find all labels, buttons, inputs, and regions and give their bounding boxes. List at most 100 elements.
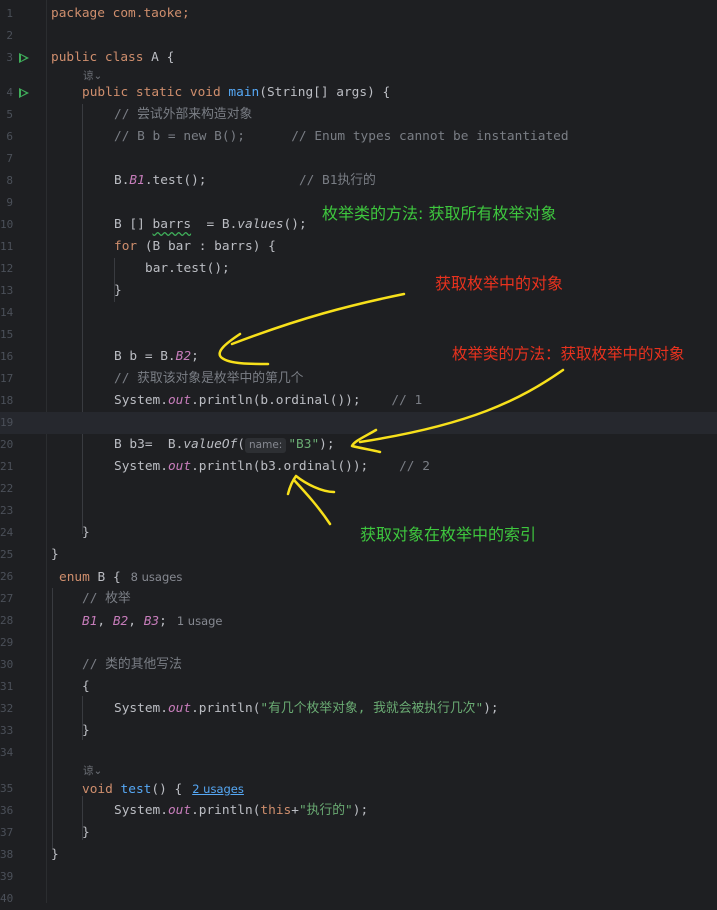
- code-text: }: [82, 723, 90, 738]
- usages-link[interactable]: 1 usage: [177, 614, 223, 628]
- code-text: enum: [59, 570, 90, 585]
- code-line: 12 bar.test();: [0, 258, 717, 280]
- author-inlay[interactable]: 谅⌄: [83, 69, 102, 83]
- code-text: System.: [114, 803, 168, 818]
- run-icon[interactable]: [19, 53, 29, 63]
- code-text: ,: [128, 614, 144, 629]
- string-literal: "B3": [288, 437, 320, 452]
- code-text: B2: [175, 349, 192, 364]
- code-line: 24 }: [0, 522, 717, 544]
- code-text: ();: [283, 217, 307, 232]
- code-line: 29: [0, 636, 14, 649]
- code-line: 35 void test() {2 usages: [0, 782, 244, 797]
- code-line: 11 for (B bar : barrs) {: [0, 239, 276, 254]
- code-text: = B.: [191, 217, 238, 232]
- code-text: }: [114, 283, 122, 298]
- code-line: 23: [0, 504, 14, 517]
- code-text: for: [114, 239, 138, 254]
- code-line: 3 public class A {: [6, 50, 175, 65]
- code-line: 20 B b3= B.valueOf(name: "B3");: [0, 437, 335, 453]
- comment: // 2: [399, 459, 430, 474]
- code-text: }: [51, 547, 59, 562]
- code-line: 4 public static void main(String[] args)…: [6, 85, 391, 100]
- code-text: package com.taoke;: [51, 6, 190, 21]
- annotation-ordinal-note: 获取对象在枚举中的索引: [360, 525, 537, 544]
- code-text: values: [237, 217, 284, 232]
- code-text: }: [51, 847, 59, 862]
- code-text: B b3= B.: [114, 437, 184, 452]
- annotation-values-note: 枚举类的方法: 获取所有枚举对象: [322, 204, 557, 223]
- code-text: .println(: [191, 701, 261, 716]
- usages-link[interactable]: 2 usages: [192, 782, 244, 796]
- comment: // 枚举: [82, 591, 131, 606]
- code-text: System.: [114, 701, 168, 716]
- code-text: (: [237, 437, 245, 452]
- code-text: ;: [191, 349, 199, 364]
- code-line: 17 // 获取该对象是枚举中的第几个: [0, 368, 717, 390]
- code-text: A {: [143, 50, 175, 65]
- code-line: 31 {: [0, 676, 717, 698]
- code-line: 34: [0, 746, 14, 759]
- code-line: 33 }: [0, 720, 717, 742]
- run-icon[interactable]: [19, 88, 29, 98]
- code-text: out: [167, 701, 192, 716]
- string-literal: "有几个枚举对象, 我就会被执行几次": [260, 701, 484, 716]
- code-text: () {: [151, 782, 183, 797]
- author-inlay[interactable]: 谅⌄: [83, 764, 102, 778]
- code-text: valueOf: [183, 437, 238, 452]
- code-text: B.: [114, 173, 130, 188]
- code-text: void: [82, 782, 113, 797]
- enum-constant: B1: [82, 614, 98, 629]
- code-text: out: [167, 803, 192, 818]
- code-text: ;: [159, 614, 167, 629]
- code-text: this: [260, 803, 292, 818]
- comment: // 获取该对象是枚举中的第几个: [114, 371, 304, 386]
- code-line: 14: [0, 306, 14, 319]
- annotation-get-object-note: 获取枚举中的对象: [435, 274, 564, 293]
- code-text: out: [167, 459, 192, 474]
- code-text: );: [483, 701, 499, 716]
- code-text: ,: [97, 614, 113, 629]
- code-text: );: [352, 803, 369, 818]
- annotation-valueof-note: 枚举类的方法：获取枚举中的对象: [452, 345, 685, 363]
- code-editor[interactable]: 1 package com.taoke; 2 3 public class A …: [0, 0, 717, 905]
- code-line: 22: [0, 482, 14, 495]
- code-line: 39: [0, 870, 14, 883]
- code-line: 8 B.B1.test(); // B1执行的: [6, 173, 376, 188]
- code-line: 2: [6, 29, 13, 42]
- current-line: 19: [0, 412, 717, 434]
- code-text: System.: [114, 459, 168, 474]
- code-text: );: [319, 437, 335, 452]
- code-text: public class: [51, 50, 144, 65]
- code-text: .println(b3.ordinal());: [191, 459, 400, 474]
- comment: // 类的其他写法: [82, 657, 182, 672]
- code-text: bar.test();: [145, 261, 230, 276]
- parameter-hint: name:: [245, 438, 287, 453]
- usages-link[interactable]: 8 usages: [131, 570, 183, 584]
- code-line: 37 }: [0, 822, 717, 844]
- code-line: 36 System.out.println(this+"执行的");: [0, 803, 369, 818]
- code-text: }: [82, 825, 90, 840]
- code-text: B b = B.: [114, 349, 176, 364]
- code-line: 5 // 尝试外部来构造对象: [0, 104, 717, 126]
- code-text: .println(: [191, 803, 261, 818]
- code-text: (String[] args) {: [259, 85, 391, 100]
- comment: // B b = new B(); // Enum types cannot b…: [114, 129, 569, 144]
- code-line: 28 B1, B2, B3; 1 usage: [0, 614, 223, 629]
- code-text: {: [82, 679, 90, 694]
- code-line: 26 enum B {8 usages: [0, 570, 183, 585]
- code-line: 40: [0, 892, 14, 905]
- code-text: .test();: [144, 173, 299, 188]
- code-text: .println(b.ordinal());: [191, 393, 392, 408]
- code-text: out: [167, 393, 192, 408]
- code-line: 30 // 类的其他写法: [0, 654, 717, 676]
- code-text: }: [82, 525, 90, 540]
- code-line: 18 System.out.println(b.ordinal()); // 1: [0, 393, 423, 408]
- code-line: 6 // B b = new B(); // Enum types cannot…: [0, 126, 717, 148]
- code-text: System.: [114, 393, 168, 408]
- enum-constant: B3: [143, 614, 160, 629]
- code-line: 38 }: [0, 844, 717, 866]
- code-line: 27 // 枚举: [0, 588, 717, 610]
- code-line: 1 package com.taoke;: [6, 6, 190, 21]
- comment: // B1执行的: [298, 173, 376, 188]
